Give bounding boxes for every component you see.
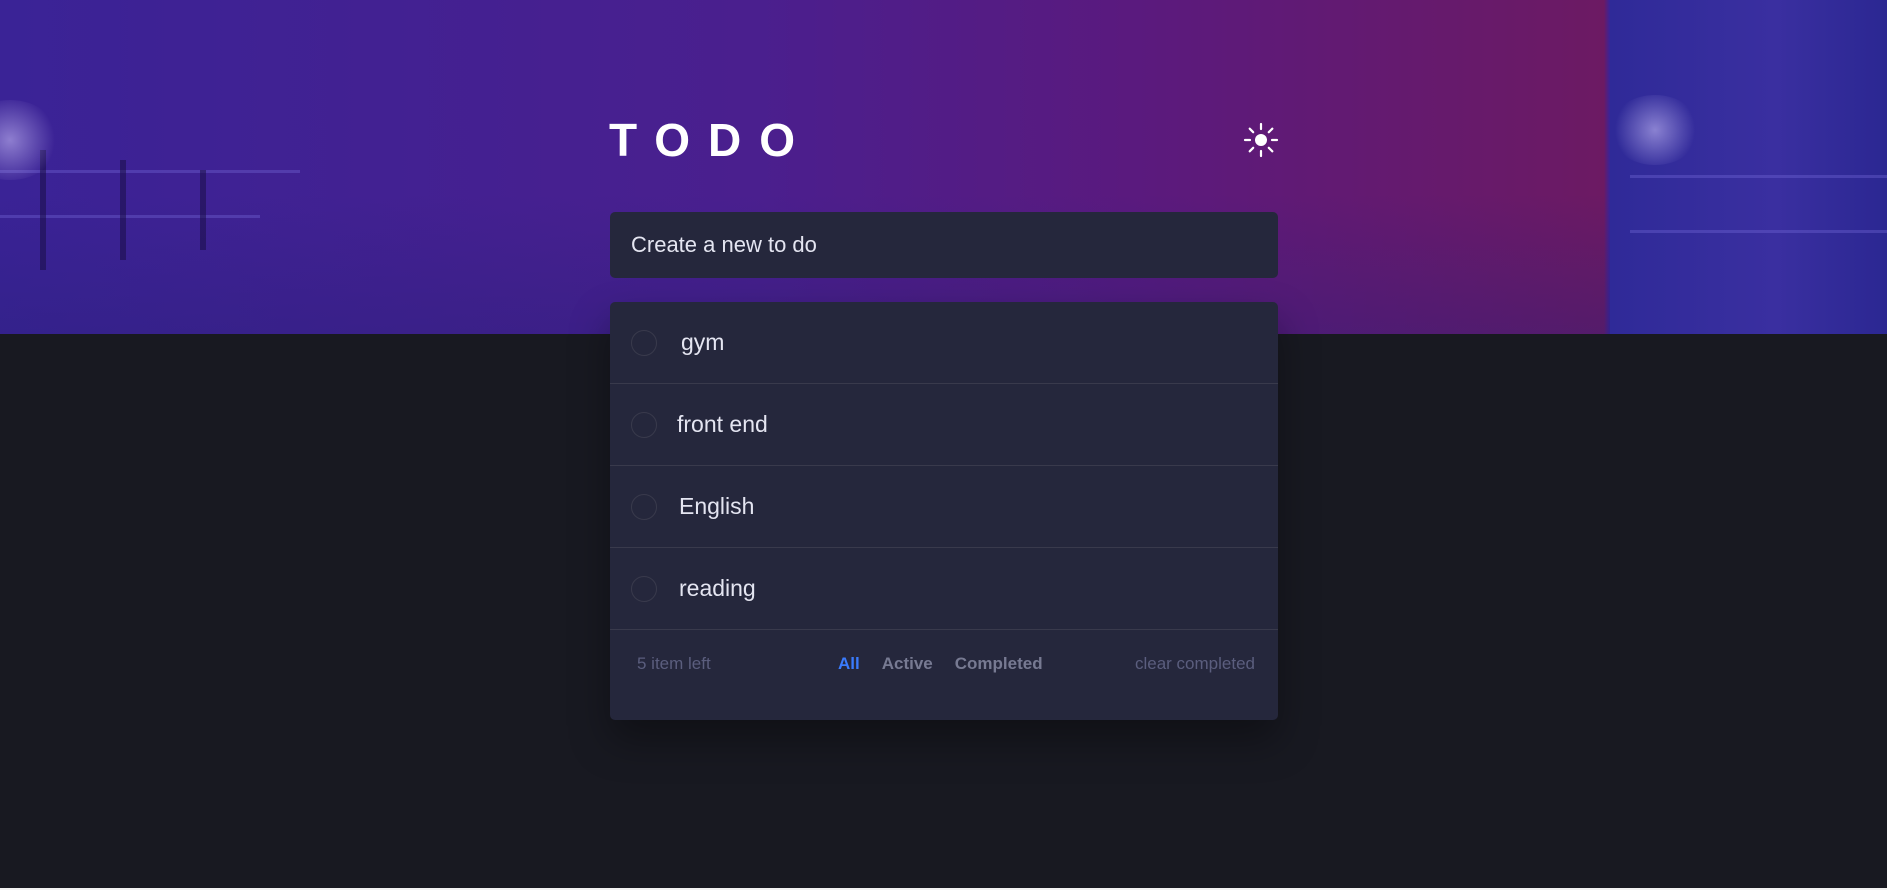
- items-left-count: 5 item left: [637, 654, 711, 673]
- filter-active-button[interactable]: Active: [882, 654, 933, 674]
- todo-item[interactable]: front end: [610, 384, 1278, 466]
- todo-item-text: reading: [679, 575, 756, 601]
- hero-rail: [1630, 230, 1887, 233]
- filter-completed-button[interactable]: Completed: [955, 654, 1043, 674]
- todo-item-text: front end: [677, 411, 768, 437]
- hero-panel-right: [1610, 0, 1887, 334]
- todo-item[interactable]: reading: [610, 548, 1278, 630]
- todo-checkbox[interactable]: [631, 329, 657, 356]
- sun-icon: [1243, 122, 1279, 158]
- todo-checkbox[interactable]: [631, 493, 657, 520]
- todo-list: gym front end English reading 5 item lef…: [610, 302, 1278, 720]
- new-todo-input[interactable]: [629, 231, 1259, 259]
- hero-light: [0, 100, 60, 180]
- todo-footer: 5 item left All Active Completed clear c…: [610, 631, 1278, 697]
- theme-toggle-button[interactable]: [1243, 122, 1279, 158]
- filter-all-button[interactable]: All: [838, 654, 860, 674]
- new-todo-box: [610, 212, 1278, 278]
- hero-post: [200, 170, 206, 250]
- filter-group: All Active Completed: [838, 654, 1043, 674]
- todo-checkbox[interactable]: [631, 411, 657, 438]
- todo-checkbox[interactable]: [631, 575, 657, 602]
- hero-rail: [1630, 175, 1887, 178]
- todo-item-text: gym: [681, 329, 725, 355]
- header-background-image: [0, 0, 1887, 334]
- clear-completed-button[interactable]: clear completed: [1135, 654, 1255, 674]
- app-title: TODO: [609, 114, 814, 166]
- todo-item-text: English: [679, 493, 755, 519]
- todo-item[interactable]: English: [610, 466, 1278, 548]
- hero-light: [1610, 95, 1700, 165]
- todo-item[interactable]: gym: [610, 302, 1278, 384]
- hero-rail: [0, 215, 260, 218]
- hero-post: [120, 160, 126, 260]
